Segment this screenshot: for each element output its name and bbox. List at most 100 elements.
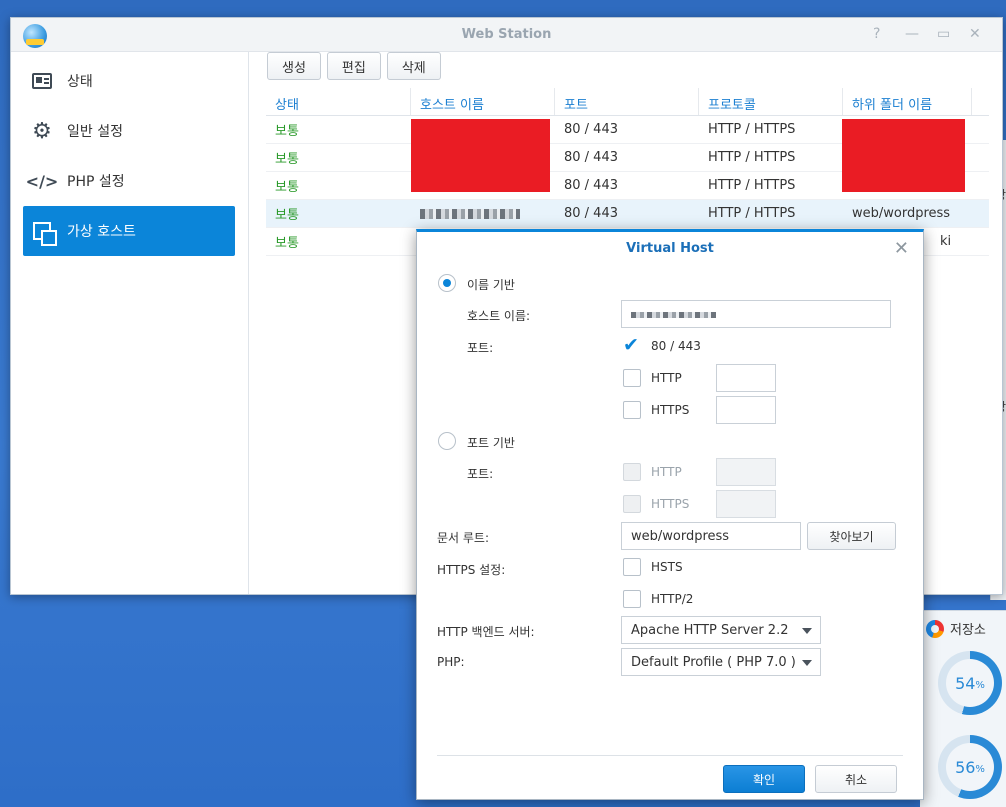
status-cell: 보통: [275, 124, 299, 139]
table-row-selected[interactable]: 보통 80 / 443 HTTP / HTTPS web/wordpress: [266, 200, 989, 228]
virtual-host-dialog: Virtual Host ✕ 이름 기반 호스트 이름: 포트: ✔ 80 / …: [416, 229, 924, 800]
help-icon[interactable]: ?: [873, 26, 880, 42]
gauge-value: 56: [955, 757, 976, 777]
php-profile-value: Default Profile ( PHP 7.0 ): [631, 655, 796, 670]
port-based-radio[interactable]: [438, 432, 456, 450]
port-label: 포트:: [467, 341, 494, 355]
https-checkbox-disabled[interactable]: [623, 495, 641, 513]
status-cell: 보통: [275, 208, 299, 223]
hostname-input[interactable]: [621, 300, 891, 328]
title-bar[interactable]: Web Station ? — ▭ ✕: [11, 18, 1002, 52]
sidebar-item-label: 상태: [67, 74, 93, 90]
document-root-label: 문서 루트:: [437, 531, 490, 545]
sidebar: 상태 ⚙ 일반 설정 </> PHP 설정 가상 호스트: [11, 52, 249, 594]
https-port-input[interactable]: [716, 396, 776, 424]
column-header[interactable]: 상태: [266, 88, 411, 115]
protocol-cell: HTTP / HTTPS: [708, 178, 796, 193]
hsts-label: HSTS: [651, 560, 683, 574]
storage-widget: 저장소 54% 56%: [920, 610, 1006, 807]
sidebar-item-label: 가상 호스트: [67, 224, 136, 240]
gauge-unit: %: [975, 764, 985, 775]
document-root-input[interactable]: web/wordpress: [621, 522, 801, 550]
protocol-cell: HTTP / HTTPS: [708, 122, 796, 137]
browse-button[interactable]: 찾아보기: [807, 522, 896, 550]
delete-button[interactable]: 삭제: [386, 52, 441, 80]
http-checkbox[interactable]: [623, 369, 641, 387]
status-cell: 보통: [275, 180, 299, 195]
minimize-icon[interactable]: —: [905, 26, 919, 42]
name-based-label: 이름 기반: [467, 278, 515, 292]
sidebar-item-status[interactable]: 상태: [23, 56, 235, 106]
sidebar-item-php-settings[interactable]: </> PHP 설정: [23, 156, 235, 206]
port-cell: 80 / 443: [564, 206, 618, 221]
backend-server-value: Apache HTTP Server 2.2: [631, 623, 789, 638]
port-cell: 80 / 443: [564, 122, 618, 137]
virtual-host-icon: [31, 220, 57, 246]
https-checkbox[interactable]: [623, 401, 641, 419]
ok-button[interactable]: 확인: [723, 765, 805, 793]
storage-icon: [926, 619, 944, 638]
chevron-down-icon: [802, 660, 812, 666]
protocol-cell: HTTP / HTTPS: [708, 206, 796, 221]
port-label: 포트:: [467, 467, 494, 481]
http-checkbox-disabled[interactable]: [623, 463, 641, 481]
gauge-value: 54: [955, 673, 976, 693]
name-based-radio[interactable]: [438, 274, 456, 292]
http2-label: HTTP/2: [651, 592, 694, 606]
https-port-input-disabled[interactable]: [716, 490, 776, 518]
toolbar: 생성 편집 삭제: [267, 52, 441, 80]
gear-icon: ⚙: [32, 118, 52, 144]
code-icon: </>: [25, 171, 59, 191]
storage-header: 저장소: [926, 619, 986, 638]
http-port-input[interactable]: [716, 364, 776, 392]
column-header[interactable]: 프로토콜: [699, 88, 843, 115]
http-label: HTTP: [651, 371, 682, 385]
storage-gauge: 54%: [938, 651, 1002, 715]
storage-gauge: 56%: [938, 735, 1002, 799]
https-settings-label: HTTPS 설정:: [437, 563, 506, 577]
blurred-hostname: [420, 208, 520, 219]
hostname-label: 호스트 이름:: [467, 309, 531, 323]
port-cell: 80 / 443: [564, 150, 618, 165]
storage-label: 저장소: [950, 623, 986, 638]
dialog-title: Virtual Host: [626, 241, 714, 256]
sidebar-item-virtual-host[interactable]: 가상 호스트: [23, 206, 235, 256]
port-cell: 80 / 443: [564, 178, 618, 193]
close-icon[interactable]: ✕: [969, 26, 981, 42]
redaction-block: [411, 119, 550, 192]
port-default-checkbox[interactable]: ✔: [623, 334, 641, 356]
https-label: HTTPS: [651, 497, 690, 511]
https-label: HTTPS: [651, 403, 690, 417]
http-port-input-disabled[interactable]: [716, 458, 776, 486]
gauge-unit: %: [975, 680, 985, 691]
column-header[interactable]: 포트: [555, 88, 699, 115]
checkmark-icon: ✔: [623, 334, 639, 356]
php-label: PHP:: [437, 655, 465, 669]
port-based-label: 포트 기반: [467, 436, 515, 450]
column-header[interactable]: 호스트 이름: [411, 88, 555, 115]
backend-server-select[interactable]: Apache HTTP Server 2.2: [621, 616, 821, 644]
create-button[interactable]: 생성: [267, 52, 321, 80]
php-profile-select[interactable]: Default Profile ( PHP 7.0 ): [621, 648, 821, 676]
blurred-hostname: [631, 312, 716, 318]
hsts-checkbox[interactable]: [623, 558, 641, 576]
http2-checkbox[interactable]: [623, 590, 641, 608]
close-icon[interactable]: ✕: [894, 238, 909, 259]
status-cell: 보통: [275, 236, 299, 251]
divider: [437, 755, 903, 756]
backend-server-label: HTTP 백엔드 서버:: [437, 625, 535, 639]
window-title: Web Station: [461, 27, 552, 42]
chevron-down-icon: [802, 628, 812, 634]
edit-button[interactable]: 편집: [326, 52, 381, 80]
folder-cell: web/wordpress: [852, 206, 951, 221]
status-icon: [31, 70, 53, 92]
http-label: HTTP: [651, 465, 682, 479]
maximize-icon[interactable]: ▭: [937, 26, 950, 42]
table-header: 상태 호스트 이름 포트 프로토콜 하위 폴더 이름: [266, 88, 989, 116]
sidebar-item-label: PHP 설정: [67, 174, 125, 190]
sidebar-item-label: 일반 설정: [67, 124, 123, 140]
cancel-button[interactable]: 취소: [815, 765, 897, 793]
port-default-label: 80 / 443: [651, 339, 701, 353]
sidebar-item-general-settings[interactable]: ⚙ 일반 설정: [23, 106, 235, 156]
column-header[interactable]: 하위 폴더 이름: [843, 88, 972, 115]
